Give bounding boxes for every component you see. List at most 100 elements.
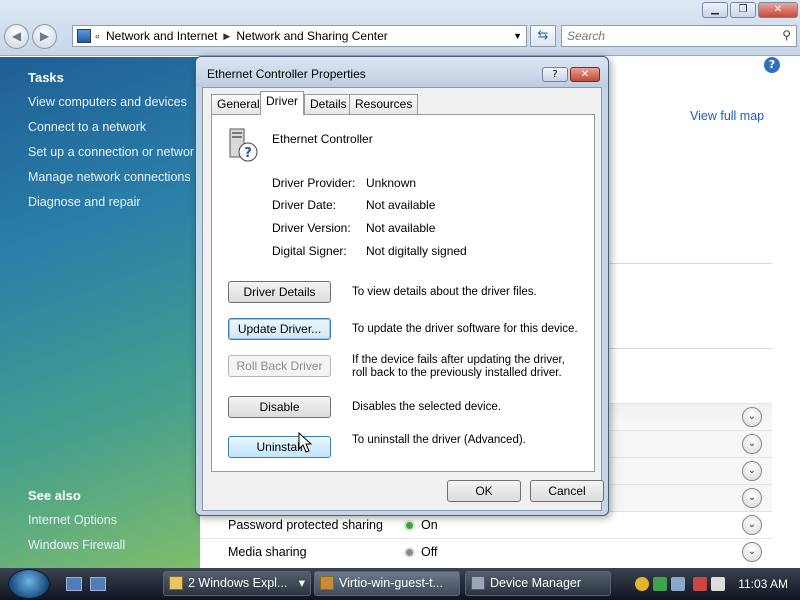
app-icon <box>320 576 334 590</box>
taskbar-virtio-win[interactable]: Virtio-win-guest-t... <box>314 571 460 596</box>
expand-chevron-icon[interactable]: ⌄ <box>742 407 762 427</box>
task-manage-connections[interactable]: Manage network connections <box>28 170 191 184</box>
link-windows-firewall[interactable]: Windows Firewall <box>28 538 125 552</box>
driver-version-value: Not available <box>366 221 436 235</box>
maximize-button[interactable]: ❐ <box>730 2 756 18</box>
network-folder-icon <box>77 29 91 43</box>
driver-version-label: Driver Version: <box>272 221 351 235</box>
caption-buttons: ▁ ❐ ✕ <box>702 2 798 18</box>
explorer-title-area: ▁ ❐ ✕ ◀ ▶ « Network and Internet ▶ Netwo… <box>0 0 800 56</box>
status-text: Off <box>421 545 438 559</box>
driver-provider-label: Driver Provider: <box>272 176 356 190</box>
back-button[interactable]: ◀ <box>4 24 29 49</box>
dialog-body: General Driver Details Resources ? Ether… <box>202 87 604 511</box>
help-icon[interactable]: ? <box>764 57 780 73</box>
address-dropdown-icon[interactable]: ▼ <box>513 31 522 41</box>
view-full-map-link[interactable]: View full map <box>690 109 764 123</box>
taskbar-button-label: 2 Windows Expl... <box>188 576 288 590</box>
sharing-status: On <box>406 518 438 532</box>
update-driver-button[interactable]: Update Driver... <box>228 318 331 340</box>
driver-details-description: To view details about the driver files. <box>352 286 537 298</box>
breadcrumb-separator-icon[interactable]: ▶ <box>223 31 230 42</box>
search-icon[interactable]: ⚲ <box>782 28 791 42</box>
breadcrumb-network-and-internet[interactable]: Network and Internet <box>106 29 217 43</box>
back-arrow-icon: ◀ <box>11 29 22 43</box>
task-setup-connection[interactable]: Set up a connection or network <box>28 145 200 159</box>
forward-button[interactable]: ▶ <box>32 24 57 49</box>
breadcrumb-network-and-sharing-center[interactable]: Network and Sharing Center <box>236 29 387 43</box>
expand-chevron-icon[interactable]: ⌄ <box>742 434 762 454</box>
driver-date-label: Driver Date: <box>272 198 337 212</box>
taskbar-button-label: Device Manager <box>490 576 582 590</box>
device-name: Ethernet Controller <box>272 132 373 146</box>
address-bar[interactable]: « Network and Internet ▶ Network and Sha… <box>72 25 527 47</box>
start-button[interactable] <box>8 569 50 599</box>
search-input[interactable]: Search ⚲ <box>561 25 797 47</box>
taskbar-button-label: Virtio-win-guest-t... <box>339 576 443 590</box>
digital-signer-value: Not digitally signed <box>366 244 467 258</box>
task-diagnose-repair[interactable]: Diagnose and repair <box>28 195 141 209</box>
expand-chevron-icon[interactable]: ⌄ <box>742 488 762 508</box>
disable-description: Disables the selected device. <box>352 401 501 413</box>
unknown-device-icon: ? <box>229 128 258 162</box>
device-manager-icon <box>471 576 485 590</box>
group-dropdown-icon: ▾ <box>298 576 305 590</box>
uninstall-button[interactable]: Uninstall <box>228 436 331 458</box>
dialog-help-button[interactable]: ? <box>542 67 568 82</box>
tab-general[interactable]: General <box>211 94 266 114</box>
dialog-titlebar[interactable]: Ethernet Controller Properties ? ✕ <box>196 57 608 87</box>
driver-date-value: Not available <box>366 198 436 212</box>
tab-resources[interactable]: Resources <box>349 94 419 114</box>
status-on-icon <box>406 522 413 530</box>
task-view-computers[interactable]: View computers and devices <box>28 95 187 109</box>
roll-back-driver-button[interactable]: Roll Back Driver <box>228 355 331 377</box>
taskbar: 2 Windows Expl... ▾ Virtio-win-guest-t..… <box>0 568 800 600</box>
driver-details-button[interactable]: Driver Details <box>228 281 331 303</box>
show-desktop-icon[interactable] <box>66 577 82 591</box>
expand-chevron-icon[interactable]: ⌄ <box>742 515 762 535</box>
digital-signer-label: Digital Signer: <box>272 244 347 258</box>
dialog-title: Ethernet Controller Properties <box>207 67 366 81</box>
sharing-label: Password protected sharing <box>228 518 383 532</box>
uninstall-description: To uninstall the driver (Advanced). <box>352 434 526 446</box>
sharing-label: Media sharing <box>228 545 307 559</box>
switch-windows-icon[interactable] <box>90 577 106 591</box>
windows-defender-icon[interactable] <box>653 577 667 591</box>
taskbar-windows-explorer-group[interactable]: 2 Windows Expl... ▾ <box>163 571 311 596</box>
sharing-status: Off <box>406 545 437 559</box>
tab-details[interactable]: Details <box>304 94 353 114</box>
svg-text:?: ? <box>244 146 252 161</box>
expand-chevron-icon[interactable]: ⌄ <box>742 461 762 481</box>
ok-button[interactable]: OK <box>447 480 521 502</box>
network-status-icon[interactable] <box>671 577 685 591</box>
system-tray: 11:03 AM <box>625 568 800 600</box>
disable-button[interactable]: Disable <box>228 396 331 418</box>
dialog-close-button[interactable]: ✕ <box>570 67 600 82</box>
clock[interactable]: 11:03 AM <box>738 577 788 591</box>
task-pane: Tasks View computers and devices Connect… <box>0 57 200 568</box>
mouse-cursor-icon <box>298 432 313 453</box>
divider <box>600 348 772 349</box>
forward-arrow-icon: ▶ <box>39 29 50 43</box>
link-internet-options[interactable]: Internet Options <box>28 513 117 527</box>
volume-muted-icon[interactable] <box>711 577 725 591</box>
see-also-heading: See also <box>28 488 81 503</box>
taskbar-device-manager[interactable]: Device Manager <box>465 571 611 596</box>
network-disconnected-icon[interactable] <box>693 577 707 591</box>
minimize-button[interactable]: ▁ <box>702 2 728 18</box>
divider <box>600 263 772 264</box>
status-off-icon <box>406 549 413 557</box>
refresh-button[interactable]: ⇆ <box>530 25 556 47</box>
security-alert-icon[interactable] <box>635 577 649 591</box>
cancel-button[interactable]: Cancel <box>530 480 604 502</box>
task-connect-network[interactable]: Connect to a network <box>28 120 146 134</box>
tasks-heading: Tasks <box>28 70 64 85</box>
close-button[interactable]: ✕ <box>758 2 798 18</box>
roll-back-driver-description: If the device fails after updating the d… <box>352 354 565 379</box>
tab-driver[interactable]: Driver <box>260 91 304 115</box>
overflow-chevron-icon[interactable]: « <box>95 31 100 41</box>
expand-chevron-icon[interactable]: ⌄ <box>742 542 762 562</box>
search-placeholder: Search <box>567 29 606 43</box>
sharing-row-media: Media sharing Off ⌄ <box>200 538 772 565</box>
driver-provider-value: Unknown <box>366 176 417 190</box>
